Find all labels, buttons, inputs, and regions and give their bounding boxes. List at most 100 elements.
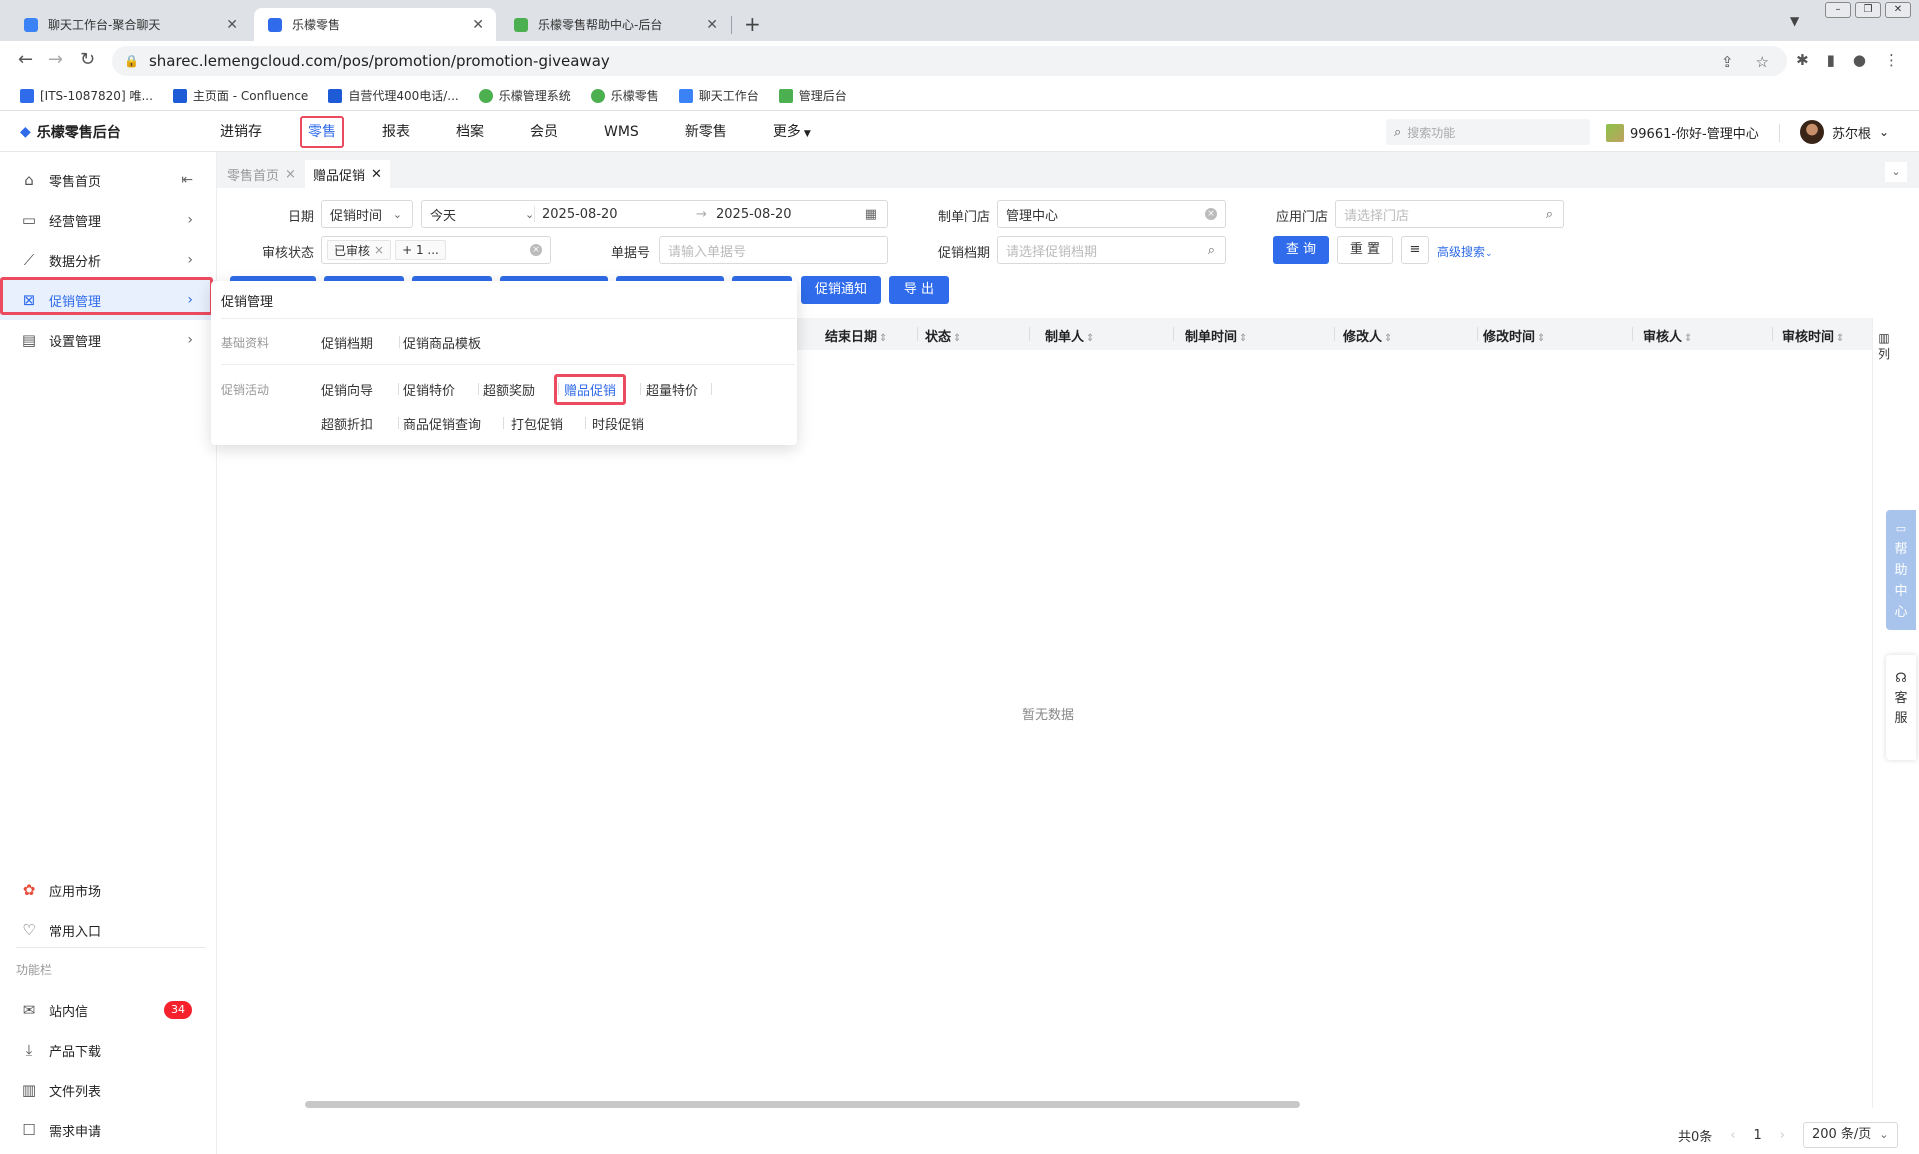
nav-wms[interactable]: WMS xyxy=(604,112,639,152)
sidebar-item-files[interactable]: ▥ 文件列表 xyxy=(0,1070,217,1110)
col-auditor[interactable]: 审核人 ⇕ xyxy=(1643,326,1692,345)
query-button[interactable]: 查 询 xyxy=(1273,236,1329,264)
help-center-tab[interactable]: ▭ 帮 助 中 心 xyxy=(1886,510,1916,630)
col-end-date[interactable]: 结束日期 ⇕ xyxy=(825,326,887,345)
menu-link-excess-reward[interactable]: 超额奖励 xyxy=(483,380,535,399)
function-search[interactable]: ⌕ 搜索功能 xyxy=(1386,119,1590,145)
sidebar-item-retail-home[interactable]: ⌂ 零售首页 ⇤ xyxy=(0,160,217,200)
minimize-icon[interactable]: – xyxy=(1825,2,1851,18)
menu-link-promo-file[interactable]: 促销档期 xyxy=(321,333,373,352)
customer-service-tab[interactable]: ☊ 客 服 xyxy=(1886,655,1916,760)
browser-tab-lemeng[interactable]: 乐檬零售 ✕ xyxy=(254,8,496,41)
close-tab-icon[interactable]: ✕ xyxy=(706,17,718,33)
menu-link-promo-template[interactable]: 促销商品模板 xyxy=(403,333,481,352)
sidebar-item-requests[interactable]: ☐ 需求申请 xyxy=(0,1110,217,1150)
date-end[interactable]: 2025-08-20 xyxy=(716,207,792,222)
nav-retail[interactable]: 零售 xyxy=(300,112,344,152)
col-modify-time[interactable]: 修改时间 ⇕ xyxy=(1483,326,1545,345)
sidebar-item-settings[interactable]: ▤ 设置管理 › xyxy=(0,320,217,360)
close-icon[interactable]: × xyxy=(285,167,296,182)
export-button[interactable]: 导 出 xyxy=(889,276,949,304)
date-range-picker[interactable]: 今天 ⌄ 2025-08-20 → 2025-08-20 ▦ xyxy=(421,200,888,228)
extensions-icon[interactable]: ✱ xyxy=(1796,51,1809,69)
close-window-icon[interactable]: ✕ xyxy=(1885,2,1911,18)
nav-more[interactable]: 更多 ▼ xyxy=(773,112,811,152)
reload-icon[interactable]: ↻ xyxy=(80,49,95,70)
promo-file-select[interactable]: 请选择促销档期 ⌕ xyxy=(997,236,1226,264)
sidebar-item-promotion[interactable]: ⊠ 促销管理 › xyxy=(0,277,217,320)
tab-giveaway[interactable]: 赠品促销 ✕ xyxy=(305,160,390,188)
user-menu[interactable]: 苏尔根 ⌄ xyxy=(1800,120,1889,144)
browser-tab-help[interactable]: 乐檬零售帮助中心-后台 ✕ xyxy=(500,8,730,41)
store-switcher[interactable]: 99661-你好-管理中心 xyxy=(1606,123,1759,142)
bookmark-item[interactable]: 管理后台 xyxy=(778,87,847,104)
tab-search-chevron-icon[interactable]: ▼ xyxy=(1790,14,1799,28)
reset-button[interactable]: 重 置 xyxy=(1337,236,1393,264)
sidebar-item-operation[interactable]: ▭ 经营管理 › xyxy=(0,200,217,240)
menu-link-excess-discount[interactable]: 超额折扣 xyxy=(321,414,373,433)
sidebar-item-favorites[interactable]: ♡ 常用入口 xyxy=(0,910,217,950)
menu-link-bundle[interactable]: 打包促销 xyxy=(511,414,563,433)
tabs-menu-chevron-icon[interactable]: ⌄ xyxy=(1885,162,1907,182)
new-tab-icon[interactable]: + xyxy=(744,12,761,36)
page-number[interactable]: 1 xyxy=(1753,1128,1761,1143)
sidebar-item-analytics[interactable]: ⟋ 数据分析 › xyxy=(0,240,217,280)
nav-new-retail[interactable]: 新零售 xyxy=(685,112,727,152)
collapse-sidebar-icon[interactable]: ⇤ xyxy=(181,172,193,188)
menu-link-product-query[interactable]: 商品促销查询 xyxy=(403,414,481,433)
prev-page-icon[interactable]: ‹ xyxy=(1730,1128,1735,1143)
menu-link-giveaway[interactable]: 赠品促销 xyxy=(554,374,627,405)
tag-close-icon[interactable]: × xyxy=(374,243,384,257)
tab-retail-home[interactable]: 零售首页 × xyxy=(219,160,304,188)
menu-link-volume-price[interactable]: 超量特价 xyxy=(646,380,698,399)
col-make-time[interactable]: 制单时间 ⇕ xyxy=(1185,326,1247,345)
horizontal-scrollbar[interactable] xyxy=(305,1101,1300,1108)
close-icon[interactable]: ✕ xyxy=(371,167,382,182)
back-icon[interactable]: ← xyxy=(18,49,33,70)
advanced-search-link[interactable]: 高级搜索⌄ xyxy=(1437,243,1493,260)
date-type-select[interactable]: 促销时间 ⌄ xyxy=(321,200,413,228)
address-bar[interactable]: 🔒 sharec.lemengcloud.com/pos/promotion/p… xyxy=(112,46,1787,76)
app-logo[interactable]: ◆ 乐檬零售后台 xyxy=(20,122,121,142)
nav-jinxiaocun[interactable]: 进销存 xyxy=(220,112,262,152)
apply-store-select[interactable]: 请选择门店 ⌕ xyxy=(1335,200,1564,228)
bookmark-star-icon[interactable]: ☆ xyxy=(1756,53,1769,71)
close-tab-icon[interactable]: ✕ xyxy=(472,17,484,33)
sidepanel-icon[interactable]: ▮ xyxy=(1827,51,1835,69)
bookmark-item[interactable]: 主页面 - Confluence xyxy=(172,87,308,104)
col-status[interactable]: 状态 ⇕ xyxy=(925,326,961,345)
col-audit-time[interactable]: 审核时间 ⇕ xyxy=(1782,326,1844,345)
nav-member[interactable]: 会员 xyxy=(530,112,558,152)
nav-archive[interactable]: 档案 xyxy=(456,112,484,152)
bookmark-item[interactable]: 聊天工作台 xyxy=(678,87,759,104)
date-start[interactable]: 2025-08-20 xyxy=(542,207,618,222)
col-maker[interactable]: 制单人 ⇕ xyxy=(1045,326,1094,345)
browser-tab-chat[interactable]: 聊天工作台-聚合聊天 ✕ xyxy=(10,8,250,41)
bookmark-item[interactable]: 乐檬管理系统 xyxy=(478,87,571,104)
page-size-select[interactable]: 200 条/页 ⌄ xyxy=(1802,1122,1898,1148)
filter-settings-icon[interactable]: ≡ xyxy=(1401,236,1429,264)
maker-store-select[interactable]: 管理中心 × xyxy=(997,200,1226,228)
col-modifier[interactable]: 修改人 ⇕ xyxy=(1343,326,1392,345)
clear-icon[interactable]: × xyxy=(1205,208,1217,220)
sidebar-item-messages[interactable]: ✉ 站内信 34 xyxy=(0,990,217,1030)
restore-icon[interactable]: ❐ xyxy=(1855,2,1881,18)
share-icon[interactable]: ⇪ xyxy=(1721,53,1734,71)
menu-link-special-price[interactable]: 促销特价 xyxy=(403,380,455,399)
menu-link-promo-wizard[interactable]: 促销向导 xyxy=(321,380,373,399)
bookmark-item[interactable]: 自营代理400电话/... xyxy=(328,87,459,104)
next-page-icon[interactable]: › xyxy=(1780,1128,1785,1143)
promotion-notify-button[interactable]: 促销通知 xyxy=(801,276,881,304)
order-no-input[interactable]: 请输入单据号 xyxy=(659,236,888,264)
menu-link-time-slot[interactable]: 时段促销 xyxy=(592,414,644,433)
audit-status-select[interactable]: 已审核 × + 1 ... × xyxy=(321,236,551,264)
column-settings[interactable]: ▥ 列 xyxy=(1876,330,1892,362)
nav-reports[interactable]: 报表 xyxy=(382,112,410,152)
menu-dots-icon[interactable]: ⋮ xyxy=(1884,51,1899,69)
clear-icon[interactable]: × xyxy=(530,244,542,256)
forward-icon[interactable]: → xyxy=(48,49,63,70)
bookmark-item[interactable]: [ITS-1087820] 唯... xyxy=(20,87,153,104)
profile-icon[interactable]: ● xyxy=(1853,51,1866,69)
bookmark-item[interactable]: 乐檬零售 xyxy=(590,87,659,104)
sidebar-item-download[interactable]: ⤓ 产品下载 xyxy=(0,1030,217,1070)
